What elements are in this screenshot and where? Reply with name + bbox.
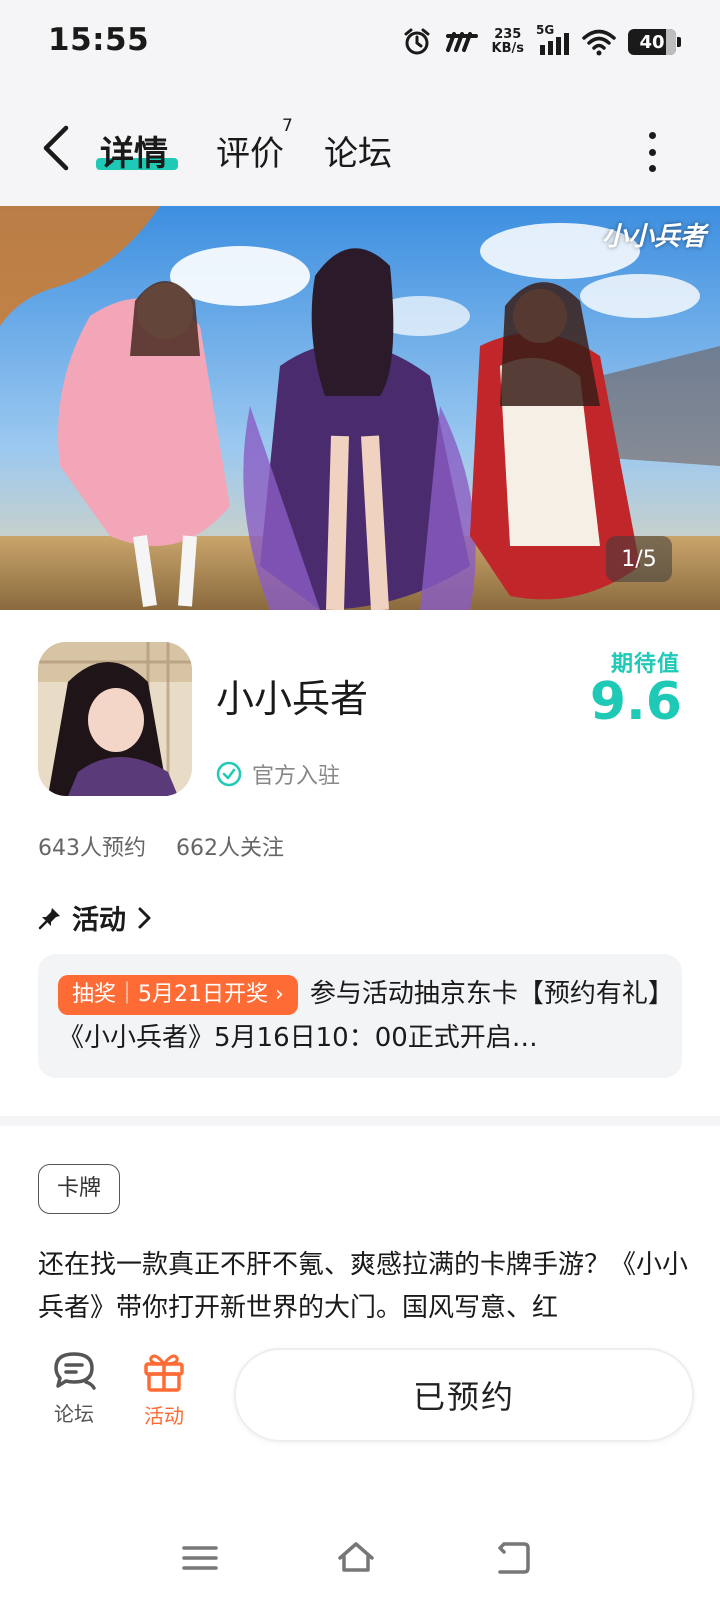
network-speed-unit: KB/s (491, 41, 524, 56)
activity-title: 活动 (72, 905, 126, 936)
pin-icon (38, 907, 60, 929)
game-app-icon (38, 642, 192, 796)
lottery-badge[interactable]: 抽奖｜5月21日开奖 › (58, 974, 298, 1015)
battery-icon: 40 (628, 29, 681, 55)
tab-forum[interactable]: 论坛 (324, 126, 392, 175)
network-speed: 235 KB/s (492, 28, 524, 56)
wifi-icon (582, 29, 616, 56)
banner-page-indicator: 1/5 (606, 536, 672, 582)
reservation-count: 643人预约 (38, 836, 146, 861)
chevron-right-icon (138, 907, 151, 928)
forum-label: 论坛 (54, 1402, 94, 1426)
menu-icon[interactable] (180, 1540, 220, 1576)
app-notification-icon (445, 32, 478, 52)
gift-icon (144, 1354, 184, 1392)
game-description: 还在找一款真正不肝不氪、爽感拉满的卡牌手游？《小小兵者》带你打开新世界的大门。国… (38, 1250, 688, 1323)
system-navigation-bar (0, 1500, 720, 1600)
expectation-score: 9.6 (589, 672, 682, 732)
bottom-action-bar: 论坛 活动 已预约 (0, 1320, 720, 1450)
status-bar: 15:55 235 KB/s 5G 40 (0, 0, 720, 86)
back-icon[interactable] (36, 122, 80, 174)
section-divider (0, 1116, 720, 1126)
verified-label: 官方入驻 (252, 764, 341, 789)
tab-details[interactable]: 详情 (100, 126, 168, 175)
battery-level: 40 (639, 31, 665, 53)
reserved-button[interactable]: 已预约 (234, 1348, 694, 1442)
activity-card[interactable]: 抽奖｜5月21日开奖 › 参与活动抽京东卡【预约有礼】《小小兵者》5月16日10：… (38, 954, 682, 1078)
more-icon[interactable] (644, 132, 660, 172)
network-speed-value: 235 (494, 27, 522, 42)
verified-check-icon (216, 761, 242, 787)
game-stats: 643人预约 662人关注 (38, 830, 284, 862)
tab-reviews[interactable]: 评价 (216, 126, 284, 175)
genre-tag[interactable]: 卡牌 (38, 1164, 121, 1214)
signal-icon: 5G (536, 23, 570, 57)
game-title: 小小兵者 (216, 677, 369, 721)
badge-chevron-icon: › (275, 981, 284, 1007)
reviews-count-badge: 7 (282, 116, 293, 136)
status-time: 15:55 (48, 22, 150, 58)
alarm-icon (404, 28, 430, 55)
official-verified: 官方入驻 (216, 758, 340, 790)
lottery-badge-label: 抽奖｜5月21日开奖 (72, 981, 268, 1007)
home-icon[interactable] (336, 1540, 376, 1576)
top-nav: 详情 评价 7 论坛 (0, 86, 720, 206)
status-icons: 235 KB/s 5G 40 (402, 22, 681, 62)
activity-content: 抽奖｜5月21日开奖 › 参与活动抽京东卡【预约有礼】《小小兵者》5月16日10：… (58, 972, 662, 1060)
activity-action[interactable]: 活动 (124, 1348, 204, 1429)
forum-chat-icon (54, 1352, 96, 1390)
back-nav-icon[interactable] (494, 1540, 534, 1576)
banner-game-logo: 小小兵者 (601, 222, 706, 252)
forum-action[interactable]: 论坛 (34, 1348, 114, 1427)
activity-label: 活动 (144, 1404, 184, 1428)
follower-count: 662人关注 (176, 836, 284, 861)
activity-section-header[interactable]: 活动 (38, 898, 152, 937)
